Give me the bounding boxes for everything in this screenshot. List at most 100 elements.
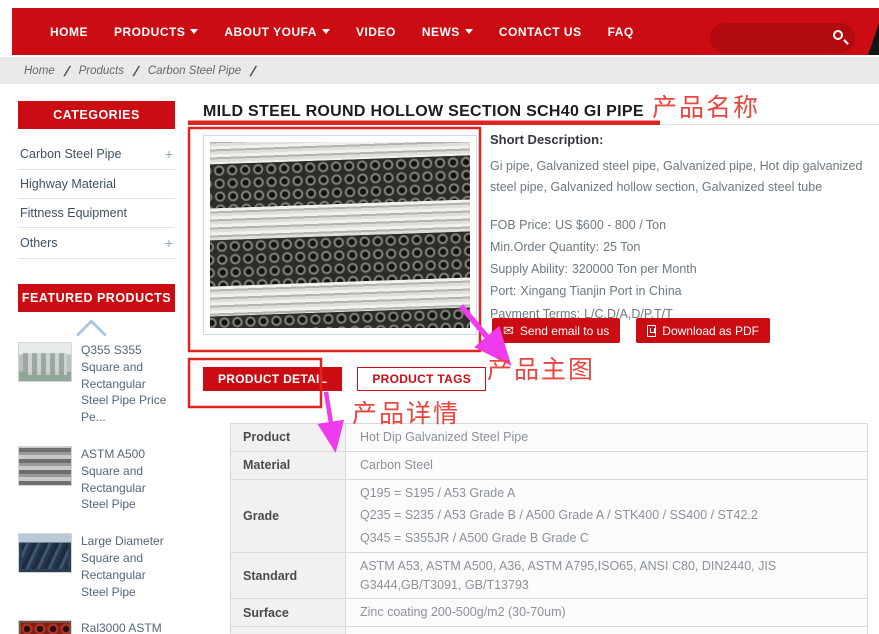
table-row-ends: Ends Grooved ends with or without caps [231, 626, 867, 634]
port: Port:Xingang Tianjin Port in China [490, 280, 872, 302]
featured-product-title[interactable]: Large Diameter Square and Rectangular St… [81, 533, 175, 600]
breadcrumb-separator: / [132, 63, 139, 79]
breadcrumb-separator: / [250, 63, 257, 79]
row-value: Carbon Steel [346, 452, 867, 479]
product-main-image[interactable] [203, 135, 477, 335]
row-value: Q235 = S235 / A53 Grade B / A500 Grade A… [346, 506, 867, 529]
nav-label: FAQ [608, 25, 634, 39]
nav-label: CONTACT US [499, 25, 582, 39]
featured-product-item[interactable]: Ral3000 ASTM A795 Grooved Ends Fire Prot… [18, 620, 175, 634]
chevron-down-icon [322, 29, 330, 34]
breadcrumb-separator: / [63, 63, 70, 79]
nav-label: ABOUT YOUFA [224, 25, 317, 39]
nav-label: HOME [50, 25, 88, 39]
chevron-down-icon [190, 29, 198, 34]
product-tabs: PRODUCT DETAIL PRODUCT TAGS [203, 367, 486, 391]
search-input[interactable] [710, 23, 855, 53]
product-detail-table: Product Hot Dip Galvanized Steel Pipe Ma… [230, 423, 868, 634]
send-email-button[interactable]: ✉ Send email to us [492, 318, 620, 343]
breadcrumb-carbon-steel-pipe[interactable]: Carbon Steel Pipe [148, 65, 241, 77]
table-row-material: Material Carbon Steel [231, 451, 867, 479]
sidebar-item-fittness-equipment[interactable]: Fittness Equipment [18, 199, 175, 228]
featured-products-header: FEATURED PRODUCTS [18, 284, 175, 312]
photo-texture [210, 142, 470, 328]
row-value: Q345 = S355JR / A500 Grade B Grade C [346, 529, 867, 552]
nav-item-faq[interactable]: FAQ [608, 25, 634, 39]
sidebar: CATEGORIES Carbon Steel Pipe + Highway Ma… [18, 101, 175, 634]
row-label: Grade [231, 480, 346, 552]
nav-label: NEWS [422, 25, 460, 39]
tab-product-detail[interactable]: PRODUCT DETAIL [203, 367, 342, 391]
min-order-quantity: Min.Order Quantity:25 Ton [490, 236, 872, 258]
breadcrumb: Home / Products / Carbon Steel Pipe / [0, 57, 879, 84]
row-label: Material [231, 452, 346, 479]
nav-item-about-youfa[interactable]: ABOUT YOUFA [224, 25, 330, 39]
category-label: Others [20, 236, 58, 250]
nav-item-contact-us[interactable]: CONTACT US [499, 25, 582, 39]
row-label: Standard [231, 553, 346, 599]
featured-product-item[interactable]: Large Diameter Square and Rectangular St… [18, 533, 175, 600]
steel-pipes-photo [210, 142, 470, 328]
table-row-grade: Grade Q195 = S195 / A53 Grade A Q235 = S… [231, 479, 867, 552]
envelope-icon: ✉ [503, 324, 514, 337]
featured-product-title[interactable]: Q355 S355 Square and Rectangular Steel P… [81, 342, 175, 426]
expand-plus-icon[interactable]: + [165, 235, 173, 251]
row-label: Product [231, 424, 346, 451]
action-buttons: ✉ Send email to us Download as PDF [492, 318, 770, 343]
supply-ability: Supply Ability:320000 Ton per Month [490, 258, 872, 280]
featured-product-title[interactable]: Ral3000 ASTM A795 Grooved Ends Fire Prot… [81, 620, 175, 634]
decorative-wedge [868, 23, 879, 55]
row-label: Surface [231, 599, 346, 626]
title-divider [188, 124, 879, 125]
annotation-product-image: 产品主图 [487, 358, 595, 383]
category-label: Carbon Steel Pipe [20, 147, 121, 161]
search-icon[interactable] [833, 30, 843, 40]
sidebar-item-carbon-steel-pipe[interactable]: Carbon Steel Pipe + [18, 139, 175, 170]
short-description-section: Short Description: Gi pipe, Galvanized s… [490, 132, 872, 325]
pdf-document-icon [647, 325, 656, 337]
download-pdf-label: Download as PDF [662, 324, 759, 338]
featured-product-title[interactable]: ASTM A500 Square and Rectangular Steel P… [81, 446, 175, 513]
table-row-standard: Standard ASTM A53, ASTM A500, A36, ASTM … [231, 552, 867, 599]
breadcrumb-products[interactable]: Products [79, 65, 124, 77]
product-thumbnail[interactable] [18, 620, 72, 634]
download-pdf-button[interactable]: Download as PDF [636, 318, 770, 343]
tab-product-tags[interactable]: PRODUCT TAGS [357, 367, 486, 391]
product-thumbnail[interactable] [18, 342, 72, 382]
featured-product-item[interactable]: Q355 S355 Square and Rectangular Steel P… [18, 342, 175, 426]
chevron-down-icon [465, 29, 473, 34]
nav-label: PRODUCTS [114, 25, 185, 39]
row-value: Zinc coating 200-500g/m2 (30-70um) [346, 599, 867, 626]
row-value: Q195 = S195 / A53 Grade A [346, 480, 867, 507]
categories-list: Carbon Steel Pipe + Highway Material Fitt… [18, 139, 175, 259]
short-description-label: Short Description: [490, 132, 872, 147]
row-value: ASTM A53, ASTM A500, A36, ASTM A795,ISO6… [346, 553, 867, 599]
nav-item-home[interactable]: HOME [50, 25, 88, 39]
table-row-product: Product Hot Dip Galvanized Steel Pipe [231, 424, 867, 451]
page-title: MILD STEEL ROUND HOLLOW SECTION SCH40 GI… [203, 103, 644, 121]
sidebar-item-others[interactable]: Others + [18, 228, 175, 259]
row-value: Hot Dip Galvanized Steel Pipe [346, 424, 867, 451]
nav-item-products[interactable]: PRODUCTS [114, 25, 198, 39]
fob-price: FOB Price:US $600 - 800 / Ton [490, 214, 872, 236]
featured-product-item[interactable]: ASTM A500 Square and Rectangular Steel P… [18, 446, 175, 513]
sidebar-item-highway-material[interactable]: Highway Material [18, 170, 175, 199]
category-label: Highway Material [20, 177, 116, 191]
category-label: Fittness Equipment [20, 206, 127, 220]
nav-item-video[interactable]: VIDEO [356, 25, 396, 39]
product-thumbnail[interactable] [18, 446, 72, 486]
row-label: Ends [231, 627, 346, 634]
expand-plus-icon[interactable]: + [165, 146, 173, 162]
nav-label: VIDEO [356, 25, 396, 39]
annotation-product-name: 产品名称 [652, 96, 760, 121]
nav-item-news[interactable]: NEWS [422, 25, 473, 39]
breadcrumb-home[interactable]: Home [24, 65, 55, 77]
categories-header: CATEGORIES [18, 101, 175, 129]
row-value: Grooved ends [346, 627, 867, 634]
carousel-controls [18, 316, 175, 342]
send-email-label: Send email to us [520, 324, 609, 338]
short-description-text: Gi pipe, Galvanized steel pipe, Galvaniz… [490, 156, 872, 199]
product-page: HOME PRODUCTS ABOUT YOUFA VIDEO NEWS CON… [0, 0, 879, 634]
product-thumbnail[interactable] [18, 533, 72, 573]
annotation-product-detail: 产品详情 [352, 402, 460, 427]
